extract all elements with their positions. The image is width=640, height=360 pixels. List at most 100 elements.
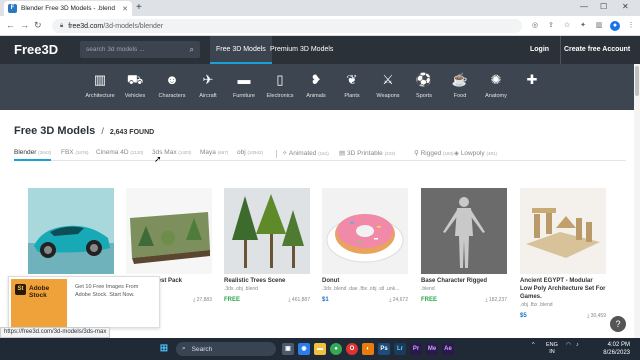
- adobe-stock-ad[interactable]: St Adobe Stock Get 10 Free Images From A…: [8, 276, 160, 328]
- forward-icon[interactable]: →: [20, 20, 29, 30]
- language-indicator[interactable]: ENG IN: [546, 342, 558, 356]
- model-name[interactable]: Realistic Trees Scene: [224, 277, 310, 285]
- windows-start-icon[interactable]: ⊞: [158, 343, 170, 355]
- people-icon: ☻: [165, 72, 179, 87]
- category-label: Furniture: [232, 93, 255, 99]
- help-icon[interactable]: ?: [610, 316, 626, 332]
- speaker-icon[interactable]: ♪: [576, 342, 579, 348]
- search-icon[interactable]: ⌕: [190, 45, 194, 55]
- taskbar-search[interactable]: ⌕ Search: [176, 342, 276, 356]
- premiere-icon[interactable]: Pr: [410, 343, 422, 355]
- category-plants[interactable]: ❦ Plants: [332, 72, 372, 99]
- category-sports[interactable]: ⚽ Sports: [404, 72, 444, 99]
- maximize-icon[interactable]: ☐: [600, 2, 607, 11]
- category-weapons[interactable]: ⚔ Weapons: [368, 72, 408, 99]
- filter-cinema-4d[interactable]: Cinema 4D (2120): [96, 149, 143, 156]
- address-bar[interactable]: 🔒︎ free3d.com/3d-models/blender: [52, 19, 522, 33]
- download-count-value: 461,887: [291, 297, 310, 303]
- create-account-button[interactable]: Create free Account: [560, 36, 630, 64]
- model-name[interactable]: Ancient EGYPT - Modular Low Poly Archite…: [520, 277, 606, 301]
- nav-free-3d-models[interactable]: Free 3D Models: [210, 36, 272, 64]
- category-anatomy[interactable]: ✺ Anatomy: [476, 72, 516, 99]
- google-lens-icon[interactable]: ◎: [530, 21, 540, 31]
- model-thumbnail-trees[interactable]: [224, 188, 310, 274]
- tray-chevron-icon[interactable]: ^: [532, 342, 535, 348]
- file-explorer-icon[interactable]: ▬: [314, 343, 326, 355]
- category-electronics[interactable]: ▯ Electronics: [260, 72, 300, 99]
- model-formats: .blend: [421, 286, 435, 292]
- category-animals[interactable]: ❥ Animals: [296, 72, 336, 99]
- sidepanel-icon[interactable]: ▥: [594, 21, 604, 31]
- close-tab-icon[interactable]: ✕: [122, 5, 128, 13]
- download-icon: ⤓: [587, 313, 590, 319]
- filter-fbx[interactable]: FBX (3476): [61, 149, 88, 156]
- category-label: Food: [453, 93, 467, 99]
- search-input[interactable]: [86, 46, 181, 53]
- chrome-icon[interactable]: ●: [330, 343, 342, 355]
- filter-count: (3476): [75, 150, 89, 155]
- free3d-logo[interactable]: Free3D: [14, 42, 58, 57]
- taskbar-clock[interactable]: 4:02 PM 8/26/2023: [592, 341, 630, 357]
- blender-icon[interactable]: ◐: [362, 343, 374, 355]
- category-food[interactable]: ☕ Food: [440, 72, 480, 99]
- page-scrollbar[interactable]: [634, 64, 640, 338]
- teams-icon[interactable]: ◉: [298, 343, 310, 355]
- minimize-icon[interactable]: —: [580, 2, 588, 11]
- opera-icon[interactable]: O: [346, 343, 358, 355]
- model-card[interactable]: Forest Pack ⤓ 27,883: [126, 188, 212, 303]
- bookmark-star-icon[interactable]: ☆: [562, 21, 572, 31]
- task-view-icon[interactable]: ▣: [282, 343, 294, 355]
- language-code: ENG: [546, 342, 558, 348]
- ad-text[interactable]: Get 10 Free Images From Adobe Stock. Sta…: [75, 283, 155, 299]
- category-label: Plants: [344, 93, 360, 99]
- filter-label: Animated: [288, 150, 317, 157]
- browser-tab[interactable]: F Blender Free 3D Models - .blend ✕: [4, 1, 132, 16]
- model-thumbnail-donut[interactable]: [322, 188, 408, 274]
- category-architecture[interactable]: ▥ Architecture: [80, 72, 120, 99]
- scrollbar-thumb[interactable]: [635, 66, 639, 96]
- category-furniture[interactable]: ▬ Furniture: [224, 72, 264, 99]
- extensions-icon[interactable]: ✦: [578, 21, 588, 31]
- filter-rigged[interactable]: ⚲ Rigged (183): [414, 149, 454, 157]
- model-card[interactable]: Base Character Rigged .blend FREE ⤓ 182,…: [421, 188, 507, 303]
- menu-kebab-icon[interactable]: ⋮: [626, 21, 636, 31]
- login-link[interactable]: Login: [530, 36, 549, 64]
- filter-animated[interactable]: ✧ Animated (161): [282, 149, 329, 157]
- close-window-icon[interactable]: ✕: [622, 2, 629, 11]
- filter-blender[interactable]: Blender (2643): [14, 149, 52, 161]
- results-count: 2,643 FOUND: [109, 129, 155, 136]
- photoshop-icon[interactable]: Ps: [378, 343, 390, 355]
- nav-premium-3d-models[interactable]: Premium 3D Models: [264, 36, 339, 64]
- profile-avatar[interactable]: ●: [610, 21, 620, 31]
- category-aircraft[interactable]: ✈ Aircraft: [188, 72, 228, 99]
- share-icon[interactable]: ⇪: [546, 21, 556, 31]
- filter-3d-printable[interactable]: ▤ 3D Printable (223): [339, 149, 395, 157]
- category-vehicles[interactable]: ⛟ Vehicles: [115, 72, 155, 99]
- filter-maya[interactable]: Maya (667): [200, 149, 228, 156]
- after-effects-icon[interactable]: Ae: [442, 343, 454, 355]
- model-card[interactable]: [28, 188, 114, 274]
- back-icon[interactable]: ←: [6, 20, 15, 30]
- model-thumbnail-car[interactable]: [28, 188, 114, 274]
- category-more[interactable]: ✚: [512, 72, 552, 87]
- model-thumbnail-character[interactable]: [421, 188, 507, 274]
- filter-label: Rigged: [420, 150, 442, 157]
- reload-icon[interactable]: ↻: [34, 20, 42, 31]
- model-card[interactable]: Donut .3ds .blend .dae .fbx .obj .stl .u…: [322, 188, 408, 303]
- filter-lowpoly[interactable]: ◈ Lowpoly (491): [454, 149, 497, 157]
- model-thumbnail-egypt[interactable]: [520, 188, 606, 274]
- category-label: Sports: [416, 93, 432, 99]
- model-card[interactable]: Realistic Trees Scene .3ds .obj .blend F…: [224, 188, 310, 303]
- wifi-icon[interactable]: ◠: [566, 342, 571, 348]
- model-name[interactable]: Base Character Rigged: [421, 277, 507, 285]
- model-thumbnail-forest-pack[interactable]: [126, 188, 212, 274]
- model-formats: .3ds .blend .dae .fbx .obj .stl .unk...: [322, 286, 400, 292]
- category-characters[interactable]: ☻ Characters: [152, 72, 192, 99]
- download-icon: ⤓: [389, 297, 392, 303]
- model-name[interactable]: Donut: [322, 277, 408, 285]
- filter-obj[interactable]: obj (10942): [237, 149, 263, 156]
- new-tab-button[interactable]: +: [136, 2, 142, 14]
- model-card[interactable]: Ancient EGYPT - Modular Low Poly Archite…: [520, 188, 606, 319]
- media-encoder-icon[interactable]: Me: [426, 343, 438, 355]
- lightroom-icon[interactable]: Lr: [394, 343, 406, 355]
